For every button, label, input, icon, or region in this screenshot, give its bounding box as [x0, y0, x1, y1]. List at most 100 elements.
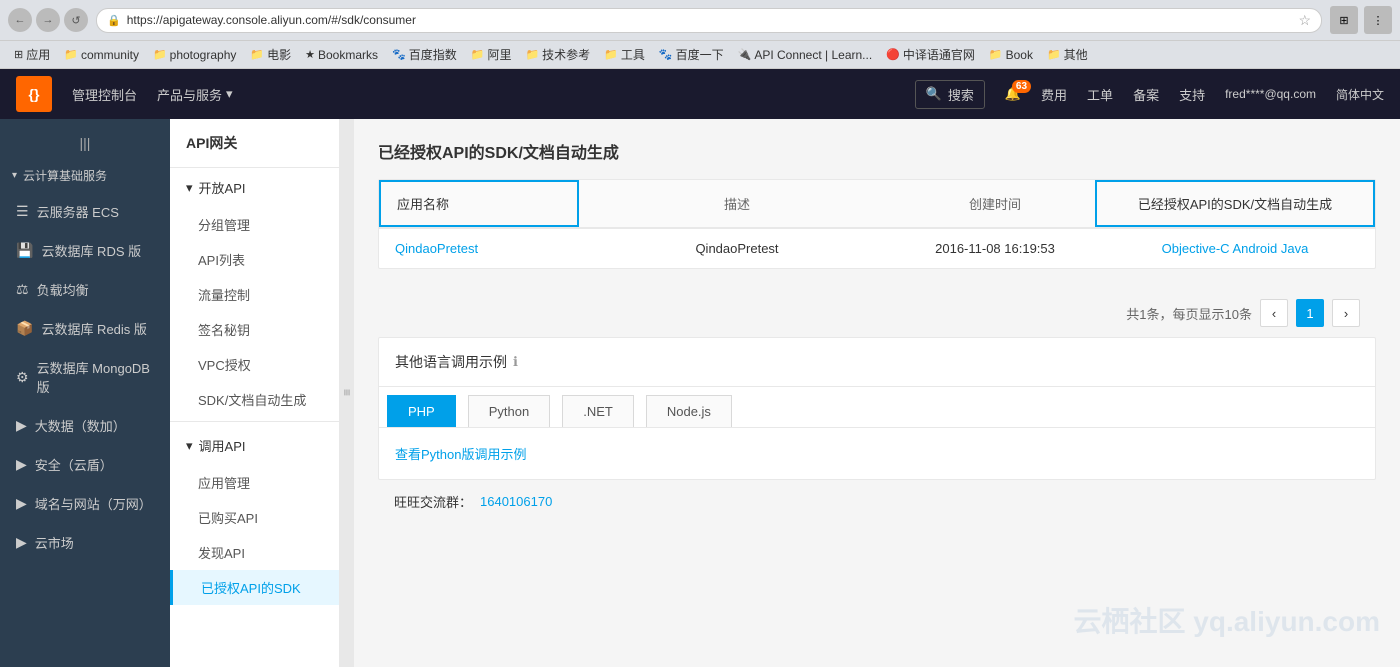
bookmark-apps[interactable]: ⊞ 应用 [8, 44, 56, 65]
sidebar-item-slb-label: 负载均衡 [37, 280, 89, 299]
wangwang-value[interactable]: 1640106170 [480, 494, 552, 509]
back-button[interactable]: ← [8, 8, 32, 32]
lang-label[interactable]: 简体中文 [1336, 86, 1384, 103]
work-order-label[interactable]: 工单 [1087, 85, 1113, 104]
bigdata-icon: ▶ [16, 417, 27, 434]
app-name-link[interactable]: QindaoPretest [395, 241, 478, 256]
products-arrow-icon: ▾ [226, 86, 233, 102]
search-box[interactable]: 🔍 搜索 [915, 80, 985, 109]
sidebar-item-purchased-api[interactable]: 已购买API [170, 500, 339, 535]
rds-icon: 💾 [16, 242, 33, 259]
search-icon: 🔍 [926, 86, 942, 102]
sidebar-item-app-mgmt[interactable]: 应用管理 [170, 465, 339, 500]
top-nav: {} 管理控制台 产品与服务 ▾ 🔍 搜索 🔔 63 费用 工单 备案 支持 f… [0, 69, 1400, 119]
browser-ext-btn[interactable]: ⊞ [1330, 6, 1358, 34]
sdk-links[interactable]: Objective-C Android Java [1162, 241, 1309, 256]
open-api-section[interactable]: ▾ 开放API [170, 168, 339, 207]
bookmark-bookmarks-label: Bookmarks [318, 48, 378, 62]
sidebar-item-group-mgmt[interactable]: 分组管理 [170, 207, 339, 242]
sidebar-item-api-list[interactable]: API列表 [170, 242, 339, 277]
backup-label[interactable]: 备案 [1133, 85, 1159, 104]
sidebar-collapse-btn[interactable]: ||| [0, 127, 170, 159]
bookmark-movies-label: 电影 [267, 46, 291, 63]
plug-icon: 🔌 [738, 48, 752, 61]
sidebar-item-rds[interactable]: 💾 云数据库 RDS 版 [0, 231, 170, 270]
bookmark-other[interactable]: 📁 其他 [1041, 44, 1094, 65]
bookmark-translator[interactable]: 🔴 中译语通官网 [880, 44, 981, 65]
products-dropdown[interactable]: 产品与服务 ▾ [157, 85, 233, 104]
sidebar-section-header[interactable]: ▾ 云计算基础服务 [0, 159, 170, 192]
next-page-btn[interactable]: › [1332, 299, 1360, 327]
bookmark-baidu-down[interactable]: 🐾 百度一下 [653, 44, 730, 65]
bookmark-ali[interactable]: 📁 阿里 [465, 44, 518, 65]
refresh-button[interactable]: ↺ [64, 8, 88, 32]
col-app-name: 应用名称 [379, 180, 579, 227]
sidebar-divider [170, 421, 339, 422]
bookmark-photography[interactable]: 📁 photography [147, 46, 242, 64]
col-desc: 描述 [579, 182, 895, 225]
bookmark-book[interactable]: 📁 Book [983, 46, 1039, 64]
forward-button[interactable]: → [36, 8, 60, 32]
sidebar-item-bigdata-label: 大数据（数加） [35, 416, 126, 435]
sidebar-item-vpc-auth[interactable]: VPC授权 [170, 347, 339, 382]
call-api-label: 调用API [199, 436, 246, 455]
pagination: 共1条，每页显示10条 ‹ 1 › [378, 289, 1376, 337]
bookmark-baidu-index[interactable]: 🐾 百度指数 [386, 44, 463, 65]
logo[interactable]: {} [16, 76, 52, 112]
sidebar-item-discover-api[interactable]: 发现API [170, 535, 339, 570]
tab-dotnet[interactable]: .NET [562, 395, 634, 427]
call-api-arrow-icon: ▾ [186, 438, 193, 454]
sidebar-item-slb[interactable]: ⚖ 负载均衡 [0, 270, 170, 309]
sidebar-item-authorized-sdk[interactable]: 已授权API的SDK [170, 570, 339, 605]
sidebar-item-market[interactable]: ▶ 云市场 [0, 523, 170, 562]
sidebar-item-sdk-doc[interactable]: SDK/文档自动生成 [170, 382, 339, 417]
cell-time: 2016-11-08 16:19:53 [895, 229, 1095, 268]
bookmark-community[interactable]: 📁 community [58, 46, 145, 64]
folder-icon-2: 📁 [153, 48, 167, 61]
products-label: 产品与服务 [157, 85, 222, 104]
bookmark-tools[interactable]: 📁 工具 [598, 44, 651, 65]
current-page-btn[interactable]: 1 [1296, 299, 1324, 327]
sidebar-item-mongodb[interactable]: ⚙ 云数据库 MongoDB 版 [0, 348, 170, 406]
bookmark-baidu-down-label: 百度一下 [676, 46, 724, 63]
tab-nodejs[interactable]: Node.js [646, 395, 732, 427]
market-icon: ▶ [16, 534, 27, 551]
cost-label[interactable]: 费用 [1041, 85, 1067, 104]
user-label[interactable]: fred****@qq.com [1225, 87, 1316, 101]
secondary-sidebar-title: API网关 [170, 119, 339, 168]
prev-page-btn[interactable]: ‹ [1260, 299, 1288, 327]
support-label[interactable]: 支持 [1179, 85, 1205, 104]
apps-label: 应用 [26, 46, 50, 63]
browser-menu-btn[interactable]: ⋮ [1364, 6, 1392, 34]
bookmark-api-connect[interactable]: 🔌 API Connect | Learn... [732, 46, 879, 64]
address-bar[interactable]: 🔒 https://apigateway.console.aliyun.com/… [96, 8, 1322, 33]
bookmark-star-icon[interactable]: ☆ [1298, 12, 1311, 29]
bookmark-movies[interactable]: 📁 电影 [244, 44, 297, 65]
bookmark-tools-label: 工具 [621, 46, 645, 63]
sidebar-item-sign-key[interactable]: 签名秘钥 [170, 312, 339, 347]
secondary-sidebar: API网关 ▾ 开放API 分组管理 API列表 流量控制 签名秘钥 VPC授权… [170, 119, 340, 667]
cell-app-name: QindaoPretest [379, 229, 579, 268]
sidebar-item-security[interactable]: ▶ 安全（云盾） [0, 445, 170, 484]
notification-btn[interactable]: 🔔 63 [1005, 86, 1021, 102]
mongodb-icon: ⚙ [16, 369, 29, 386]
security-icon: ▶ [16, 456, 27, 473]
sidebar-item-ecs-label: 云服务器 ECS [37, 202, 119, 221]
tab-php[interactable]: PHP [387, 395, 456, 427]
sidebar-item-ecs[interactable]: ☰ 云服务器 ECS [0, 192, 170, 231]
bookmark-bookmarks[interactable]: ★ Bookmarks [299, 46, 384, 64]
url-text: https://apigateway.console.aliyun.com/#/… [127, 13, 1293, 27]
console-label[interactable]: 管理控制台 [72, 85, 137, 104]
tab-python[interactable]: Python [468, 395, 550, 427]
content-link[interactable]: 查看Python版调用示例 [395, 447, 526, 462]
bookmark-book-label: Book [1006, 48, 1033, 62]
call-api-section[interactable]: ▾ 调用API [170, 426, 339, 465]
baidu-icon-2: 🐾 [659, 48, 673, 61]
sidebar-item-flow-control[interactable]: 流量控制 [170, 277, 339, 312]
sidebar-item-bigdata[interactable]: ▶ 大数据（数加） [0, 406, 170, 445]
table-header: 应用名称 描述 创建时间 已经授权API的SDK/文档自动生成 [379, 180, 1375, 228]
bookmark-tech[interactable]: 📁 技术参考 [519, 44, 596, 65]
sidebar-item-domain[interactable]: ▶ 域名与网站（万网） [0, 484, 170, 523]
collapse-handle[interactable]: ≡ [340, 119, 354, 667]
sidebar-item-redis[interactable]: 📦 云数据库 Redis 版 [0, 309, 170, 348]
